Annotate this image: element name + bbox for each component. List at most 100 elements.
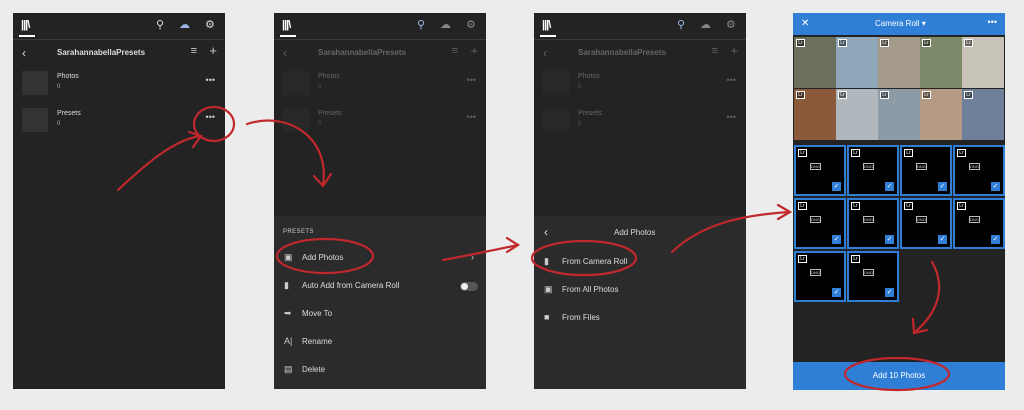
more-icon[interactable]: ••• <box>206 75 215 85</box>
add-icon[interactable]: + <box>209 43 217 58</box>
lr-badge: Lr <box>798 202 807 210</box>
gear-icon[interactable]: ⚙ <box>205 18 215 31</box>
photo-thumbnail[interactable]: Lr <box>920 37 962 88</box>
chevron-right-icon: › <box>471 252 474 262</box>
more-icon[interactable]: ••• <box>206 112 215 122</box>
album-count: 0 <box>578 121 582 127</box>
menu-item-from-all-photos[interactable]: ▣ From All Photos <box>534 276 746 304</box>
cloud-sync-icon[interactable]: ☁ <box>179 18 190 31</box>
selected-dng-thumbnail[interactable]: Lr DNG ✓ <box>794 145 846 196</box>
library-icon[interactable]: |||\ <box>542 19 551 31</box>
library-tab-indicator <box>540 35 556 37</box>
menu-item-from-files[interactable]: ■ From Files <box>534 304 746 332</box>
dng-file-badge: DNG <box>810 269 821 276</box>
back-chevron-icon[interactable]: ‹ <box>544 225 548 239</box>
album-count: 0 <box>318 121 322 127</box>
checkmark-icon: ✓ <box>991 235 1000 244</box>
lr-badge: Lr <box>922 91 931 99</box>
add-people-icon[interactable]: ⚲ <box>677 18 685 31</box>
menu-item-delete[interactable]: ▤ Delete <box>274 356 486 384</box>
camera-roll-icon: ▮ <box>544 256 549 266</box>
lr-badge: Lr <box>851 255 860 263</box>
lr-badge: Lr <box>796 39 805 47</box>
back-chevron-icon[interactable]: ‹ <box>283 46 287 60</box>
menu-item-from-camera-roll[interactable]: ▮ From Camera Roll <box>534 248 746 276</box>
annotation-arrowhead-3 <box>505 236 521 254</box>
photo-thumbnail[interactable]: Lr <box>878 89 920 140</box>
photo-thumbnail[interactable]: Lr <box>794 37 836 88</box>
selected-dng-thumbnail[interactable]: Lr DNG ✓ <box>847 251 899 302</box>
dng-file-badge: DNG <box>969 216 980 223</box>
add-photos-button[interactable]: Add 10 Photos <box>793 362 1005 390</box>
close-icon[interactable]: ✕ <box>801 18 809 29</box>
more-icon[interactable]: ••• <box>988 17 997 27</box>
photo-thumbnail[interactable]: Lr <box>878 37 920 88</box>
checkmark-icon: ✓ <box>991 182 1000 191</box>
album-count: 0 <box>318 84 322 90</box>
checkmark-icon: ✓ <box>832 288 841 297</box>
selected-dng-thumbnail[interactable]: Lr DNG ✓ <box>953 145 1005 196</box>
nav-bar: ‹ SarahannabellaPresets ≡ + <box>534 40 746 66</box>
photo-thumbnail[interactable]: Lr <box>836 37 878 88</box>
sheet-header: ‹ Add Photos <box>534 216 746 248</box>
cloud-sync-icon[interactable]: ☁ <box>440 18 451 31</box>
library-icon[interactable]: |||\ <box>282 19 291 31</box>
checkmark-icon: ✓ <box>938 235 947 244</box>
album-item-presets[interactable]: Presets 0 ••• <box>22 108 218 134</box>
background-content: ‹ SarahannabellaPresets ≡ + Photos 0 •••… <box>274 40 486 132</box>
sort-icon[interactable]: ≡ <box>712 45 718 57</box>
more-icon: ••• <box>726 112 736 122</box>
photo-thumbnail[interactable]: Lr <box>794 89 836 140</box>
album-item-photos[interactable]: Photos 0 ••• <box>22 71 218 97</box>
dng-file-badge: DNG <box>863 269 874 276</box>
gear-icon[interactable]: ⚙ <box>726 18 736 31</box>
annotation-arrowhead-4 <box>776 203 793 221</box>
selected-dng-thumbnail[interactable]: Lr DNG ✓ <box>900 145 952 196</box>
auto-add-toggle[interactable] <box>460 282 478 291</box>
add-people-icon[interactable]: ⚲ <box>156 18 164 31</box>
lr-badge: Lr <box>880 39 889 47</box>
album-thumbnail <box>283 71 309 95</box>
sort-icon[interactable]: ≡ <box>191 45 197 57</box>
album-item-photos: Photos 0 ••• <box>283 71 479 97</box>
menu-item-rename[interactable]: A| Rename <box>274 328 486 356</box>
dng-file-badge: DNG <box>916 163 927 170</box>
add-photos-sheet: ‹ Add Photos ▮ From Camera Roll ▣ From A… <box>534 216 746 389</box>
back-chevron-icon[interactable]: ‹ <box>543 46 547 60</box>
menu-item-label: Auto Add from Camera Roll <box>302 281 400 290</box>
gear-icon[interactable]: ⚙ <box>466 18 476 31</box>
selected-dng-thumbnail[interactable]: Lr DNG ✓ <box>847 145 899 196</box>
add-icon[interactable]: + <box>470 43 478 58</box>
photo-thumbnail[interactable]: Lr <box>836 89 878 140</box>
rename-icon: A| <box>284 336 293 346</box>
sort-icon[interactable]: ≡ <box>452 45 458 57</box>
checkmark-icon: ✓ <box>832 235 841 244</box>
top-bar: |||\ ⚲ ☁ ⚙ <box>13 13 225 39</box>
cloud-sync-icon[interactable]: ☁ <box>700 18 711 31</box>
photo-thumbnail[interactable]: Lr <box>962 89 1004 140</box>
selected-dng-thumbnail[interactable]: Lr DNG ✓ <box>794 198 846 249</box>
back-chevron-icon[interactable]: ‹ <box>22 46 26 60</box>
selected-dng-thumbnail[interactable]: Lr DNG ✓ <box>900 198 952 249</box>
dng-file-badge: DNG <box>863 216 874 223</box>
add-icon[interactable]: + <box>730 43 738 58</box>
screen-album-options: |||\ ⚲ ☁ ⚙ ‹ SarahannabellaPresets ≡ + P… <box>274 13 486 389</box>
menu-item-move-to[interactable]: ➥ Move To <box>274 300 486 328</box>
menu-item-auto-add[interactable]: ▮ Auto Add from Camera Roll <box>274 272 486 300</box>
album-thumbnail <box>543 71 569 95</box>
album-thumbnail <box>283 108 309 132</box>
selected-dng-thumbnail[interactable]: Lr DNG ✓ <box>794 251 846 302</box>
lr-badge: Lr <box>798 255 807 263</box>
photo-thumbnail[interactable]: Lr <box>962 37 1004 88</box>
selected-dng-thumbnail[interactable]: Lr DNG ✓ <box>847 198 899 249</box>
add-people-icon[interactable]: ⚲ <box>417 18 425 31</box>
camera-roll-title[interactable]: Camera Roll ▾ <box>875 19 926 28</box>
photo-thumbnail[interactable]: Lr <box>920 89 962 140</box>
library-icon[interactable]: |||\ <box>21 19 30 31</box>
library-tab-indicator <box>19 35 35 37</box>
menu-item-add-photos[interactable]: ▣ Add Photos › <box>274 244 486 272</box>
checkmark-icon: ✓ <box>832 182 841 191</box>
menu-item-label: From Files <box>562 313 600 322</box>
selected-dng-thumbnail[interactable]: Lr DNG ✓ <box>953 198 1005 249</box>
dng-file-badge: DNG <box>863 163 874 170</box>
